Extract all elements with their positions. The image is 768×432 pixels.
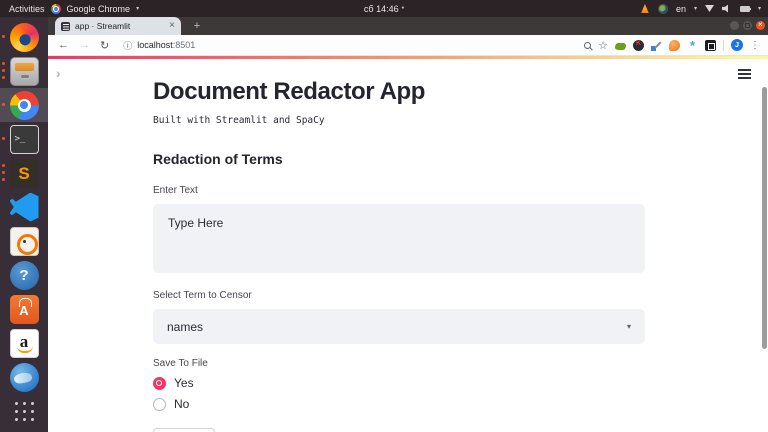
sidebar-expand-icon[interactable]: › — [56, 65, 61, 81]
activities-button[interactable]: Activities — [9, 4, 45, 14]
app-menu-button[interactable]: Google Chrome — [67, 4, 131, 14]
sublime-text-icon: S — [9, 158, 39, 188]
globe-icon[interactable] — [657, 3, 668, 14]
clock-text: сб 14:46 — [363, 3, 399, 14]
file-manager-icon — [9, 56, 39, 86]
dock-item-vscode[interactable] — [0, 190, 48, 224]
select-value: names — [167, 319, 204, 334]
thunderbird-icon — [9, 362, 39, 392]
maximize-button[interactable] — [743, 21, 752, 30]
caret-down-icon: ▾ — [757, 6, 761, 12]
chrome-app-icon — [50, 3, 61, 14]
bookmark-star-icon[interactable]: ☆ — [598, 39, 608, 52]
firefox-icon — [9, 22, 39, 52]
radio-selected-icon[interactable] — [153, 376, 166, 390]
zoom-icon[interactable] — [584, 41, 592, 49]
dock-item-sublime-text[interactable]: S — [0, 156, 48, 190]
term-select[interactable]: names ▾ — [153, 309, 645, 344]
tab-strip: app · Streamlit × + — [48, 17, 768, 35]
back-icon[interactable]: ← — [58, 39, 69, 51]
keyboard-layout-indicator[interactable]: en — [676, 4, 686, 14]
main-content: Document Redactor App Built with Streaml… — [153, 56, 645, 432]
dock-item-file-manager[interactable] — [0, 54, 48, 88]
network-icon[interactable] — [704, 5, 714, 12]
dock-item-firefox[interactable] — [0, 20, 48, 54]
select-label: Select Term to Censor — [153, 290, 252, 301]
new-tab-button[interactable]: + — [190, 20, 204, 33]
caret-down-icon: ▾ — [693, 6, 697, 12]
extension-colorpicker-icon[interactable] — [651, 40, 662, 51]
dock-item-thunderbird[interactable] — [0, 360, 48, 394]
section-heading: Redaction of Terms — [153, 151, 283, 167]
dock-item-amazon[interactable]: a — [0, 326, 48, 360]
streamlit-menu-icon[interactable] — [738, 69, 751, 82]
site-info-icon[interactable]: ⓘ — [123, 39, 132, 52]
reload-icon[interactable]: ↻ — [100, 39, 109, 52]
browser-menu-icon[interactable]: ⋮ — [750, 40, 760, 51]
dock: >_ S ? A a — [0, 17, 48, 432]
vscode-icon — [9, 192, 39, 222]
browser-toolbar: ← → ↻ ⓘ localhost:8501 ☆ * J ⋮ — [48, 35, 768, 56]
dock-item-chrome[interactable] — [0, 88, 48, 122]
extension-dark-square-icon[interactable] — [705, 39, 716, 51]
close-window-button[interactable] — [756, 20, 765, 30]
radio-option-label: Yes — [174, 376, 194, 390]
dock-item-ubuntu-software[interactable]: A — [0, 292, 48, 326]
select-caret-icon: ▾ — [626, 322, 631, 331]
address-bar[interactable]: localhost:8501 — [137, 40, 195, 50]
streamlit-page: › Document Redactor App Built with Strea… — [48, 56, 768, 432]
minimize-button[interactable] — [730, 21, 739, 30]
radio-group-label: Save To File — [153, 358, 208, 369]
dock-item-terminal[interactable]: >_ — [0, 122, 48, 156]
help-icon: ? — [9, 260, 39, 290]
system-top-bar: Activities Google Chrome ▾ сб 14:46 • en… — [0, 0, 768, 17]
dock-item-help[interactable]: ? — [0, 258, 48, 292]
extension-snowflake-icon[interactable]: * — [687, 39, 698, 52]
radio-unselected-icon[interactable] — [153, 397, 166, 411]
radio-option-yes[interactable]: Yes — [153, 376, 645, 390]
clock[interactable]: сб 14:46 • — [364, 4, 404, 14]
radio-option-label: No — [174, 397, 190, 411]
text-area-label: Enter Text — [153, 185, 198, 196]
dock-item-rhythmbox[interactable] — [0, 224, 48, 258]
show-applications-icon — [10, 397, 39, 426]
close-tab-icon[interactable]: × — [169, 21, 175, 31]
notification-dot-icon: • — [401, 5, 405, 12]
page-title: Document Redactor App — [153, 78, 426, 105]
extension-k-icon[interactable] — [633, 39, 644, 51]
url-port: :8501 — [172, 40, 196, 50]
ubuntu-software-icon: A — [9, 294, 39, 324]
profile-avatar[interactable]: J — [731, 39, 743, 51]
vlc-icon[interactable] — [641, 4, 649, 13]
dock-item-show-applications[interactable] — [0, 394, 48, 428]
url-host: localhost — [137, 40, 173, 50]
streamlit-favicon — [61, 21, 70, 31]
tab-title: app · Streamlit — [75, 21, 131, 31]
radio-option-no[interactable]: No — [153, 397, 645, 411]
extension-green-icon[interactable] — [615, 42, 626, 50]
window-controls — [730, 20, 765, 30]
forward-icon[interactable]: → — [79, 39, 90, 51]
battery-icon[interactable] — [739, 5, 751, 12]
amazon-icon: a — [9, 328, 39, 358]
tab-app-streamlit[interactable]: app · Streamlit × — [55, 17, 181, 35]
volume-icon[interactable] — [721, 4, 728, 13]
caret-down-icon: ▾ — [136, 6, 140, 12]
terminal-icon: >_ — [9, 124, 39, 154]
rhythmbox-icon — [9, 226, 39, 256]
extension-orange-icon[interactable] — [669, 39, 680, 51]
page-subtitle: Built with Streamlit and SpaCy — [153, 115, 325, 126]
submit-button[interactable]: Submit — [153, 428, 216, 432]
toolbar-divider — [723, 39, 724, 51]
system-tray[interactable]: en ▾ ▾ — [640, 3, 768, 14]
page-scrollbar[interactable] — [762, 87, 767, 349]
chrome-icon — [9, 90, 39, 120]
text-area-input[interactable]: Type Here — [153, 204, 645, 273]
